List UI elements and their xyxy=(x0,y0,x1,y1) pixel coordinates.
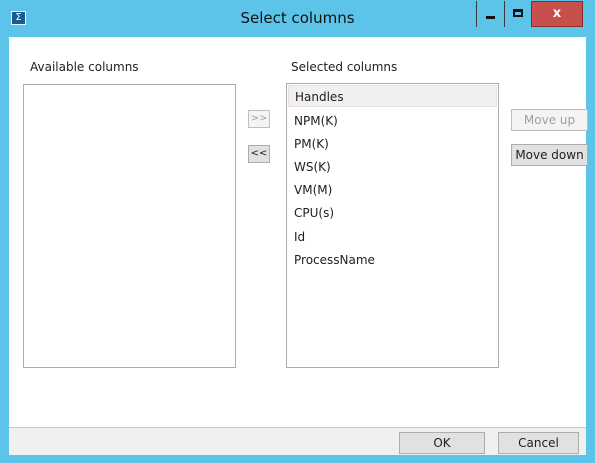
ok-button[interactable]: OK xyxy=(399,432,485,454)
list-item[interactable]: WS(K) xyxy=(294,160,331,174)
dialog-content: Available columns Selected columns Handl… xyxy=(9,37,588,455)
list-item[interactable]: NPM(K) xyxy=(294,114,338,128)
maximize-button[interactable] xyxy=(504,1,531,27)
list-item[interactable]: Handles xyxy=(288,85,497,107)
remove-column-button[interactable]: << xyxy=(248,145,270,163)
maximize-icon xyxy=(513,9,523,17)
add-column-button[interactable]: >> xyxy=(248,110,270,128)
list-item[interactable]: VM(M) xyxy=(294,183,332,197)
available-columns-list[interactable] xyxy=(23,84,236,368)
list-item[interactable]: CPU(s) xyxy=(294,206,334,220)
cancel-button[interactable]: Cancel xyxy=(498,432,579,454)
list-item[interactable]: Id xyxy=(294,230,305,244)
close-icon: x xyxy=(552,6,562,21)
selected-columns-label: Selected columns xyxy=(291,60,398,74)
select-columns-window: Σ Select columns x Available columns Sel… xyxy=(0,0,595,463)
move-down-button[interactable]: Move down xyxy=(511,144,588,166)
list-item[interactable]: PM(K) xyxy=(294,137,329,151)
list-item[interactable]: ProcessName xyxy=(294,253,375,267)
minimize-icon xyxy=(486,16,495,19)
move-up-button[interactable]: Move up xyxy=(511,109,588,131)
minimize-button[interactable] xyxy=(476,1,504,27)
available-columns-label: Available columns xyxy=(30,60,139,74)
selected-columns-list[interactable]: Handles NPM(K) PM(K) WS(K) VM(M) CPU(s) … xyxy=(286,83,499,368)
button-bar: OK Cancel xyxy=(9,427,586,455)
title-bar[interactable]: Σ Select columns x xyxy=(0,0,595,37)
close-button[interactable]: x xyxy=(531,1,583,27)
